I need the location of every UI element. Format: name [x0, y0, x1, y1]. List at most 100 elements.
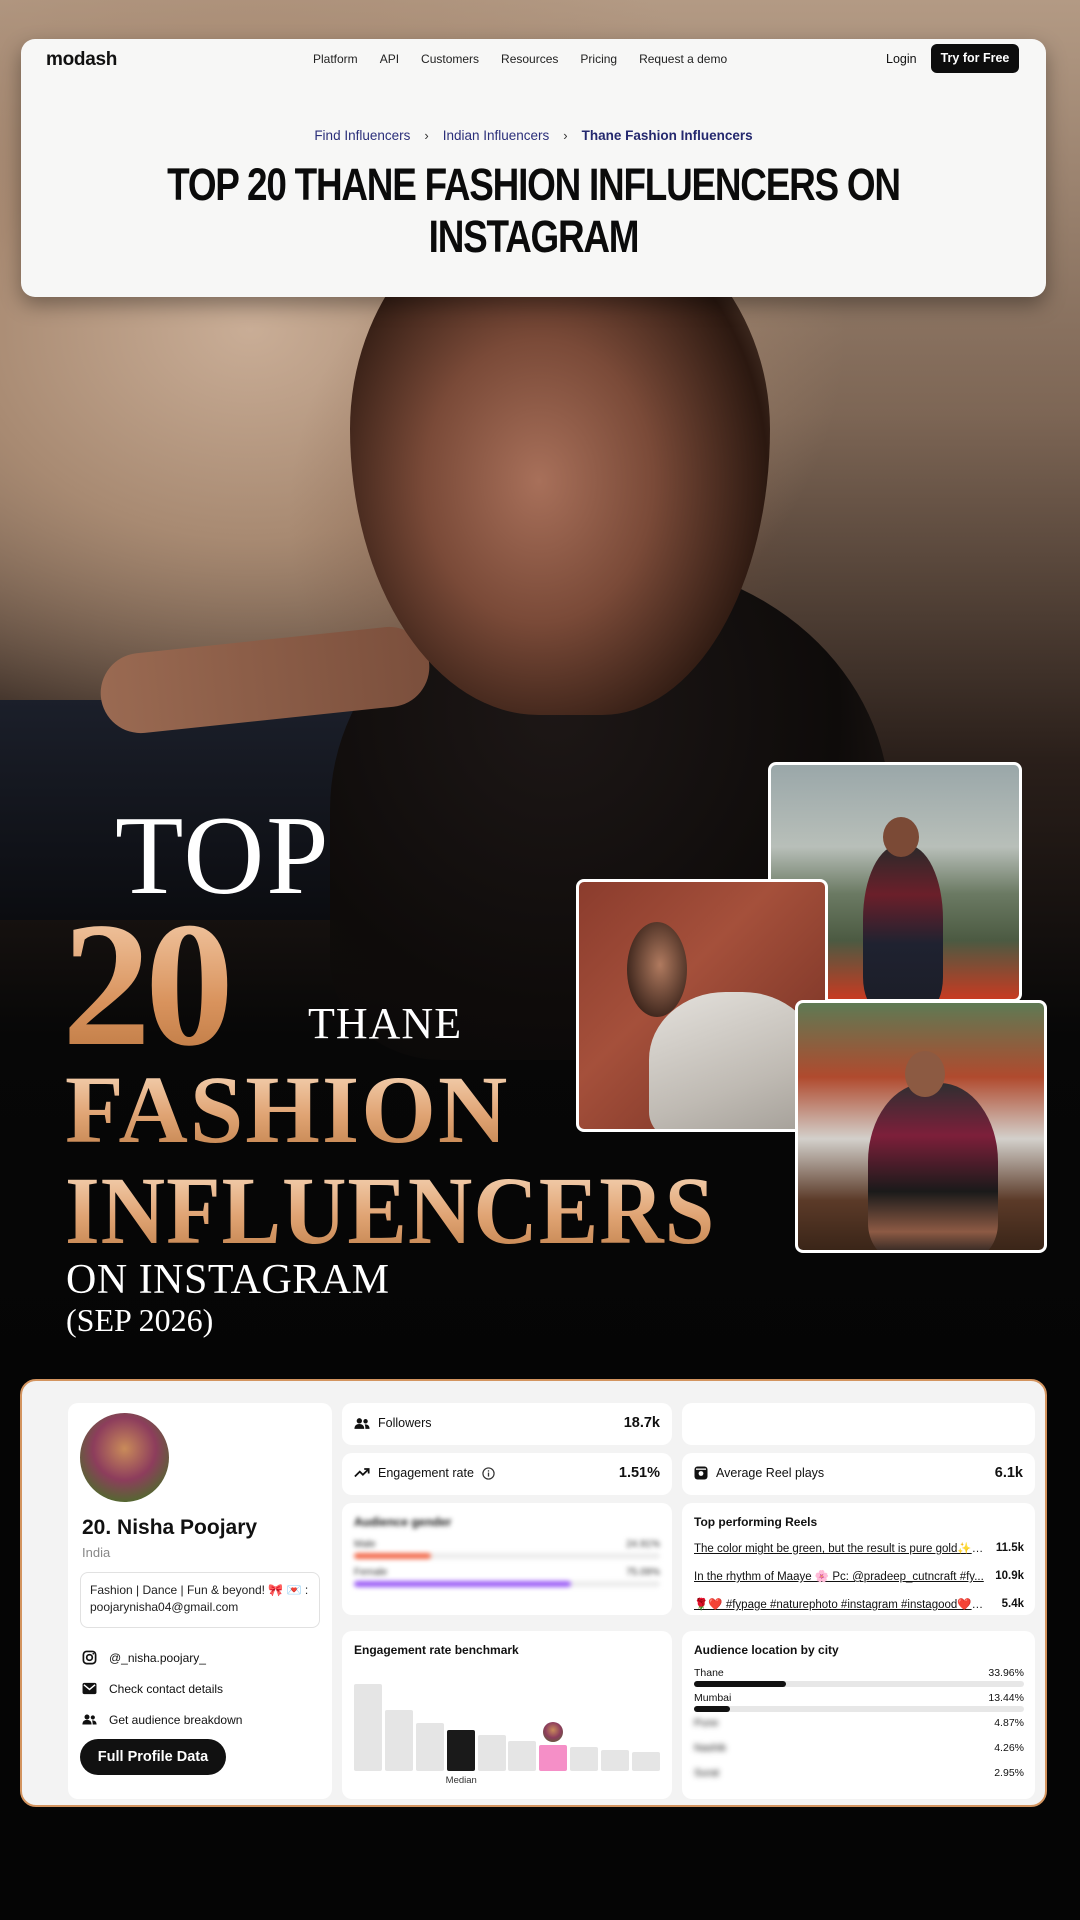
nav-customers[interactable]: Customers [421, 52, 479, 66]
gender-value: 24.91% [626, 1539, 660, 1550]
avatar[interactable] [80, 1413, 169, 1502]
hero-city: THANE [308, 999, 463, 1048]
gender-bar-fill [354, 1553, 431, 1559]
breadcrumb-indian-influencers[interactable]: Indian Influencers [443, 128, 550, 143]
nav-links: Platform API Customers Resources Pricing… [313, 52, 749, 66]
reel-plays-panel: Average Reel plays 6.1k [682, 1453, 1035, 1495]
trend-up-icon [354, 1468, 370, 1478]
influencer-photo-3 [795, 1000, 1047, 1253]
gender-bar [354, 1581, 660, 1587]
gender-label: Male [354, 1539, 376, 1550]
contact-details-link[interactable]: Check contact details [109, 1682, 223, 1696]
benchmark-profile-avatar [543, 1722, 564, 1742]
location-bar [694, 1706, 1024, 1712]
reel-caption[interactable]: In the rhythm of Maaye 🌸 Pc: @pradeep_cu… [694, 1569, 984, 1583]
people-icon [354, 1417, 370, 1429]
benchmark-median-label: Median [445, 1775, 477, 1786]
location-row: Mumbai 13.44% [694, 1692, 1024, 1712]
reel-row[interactable]: In the rhythm of Maaye 🌸 Pc: @pradeep_cu… [694, 1569, 1024, 1583]
top-nav: modash Platform API Customers Resources … [21, 39, 1046, 79]
reel-row[interactable]: The color might be green, but the result… [694, 1541, 1024, 1555]
benchmark-title: Engagement rate benchmark [354, 1643, 519, 1657]
page-title: TOP 20 THANE FASHION INFLUENCERS ON INST… [167, 159, 901, 262]
location-bar-fill [694, 1706, 731, 1712]
info-icon[interactable] [482, 1466, 495, 1480]
location-bar [694, 1681, 1024, 1687]
location-row: Surat 2.95% [694, 1767, 1024, 1779]
location-value: 13.44% [988, 1692, 1024, 1704]
instagram-handle[interactable]: @_nisha.poojary_ [109, 1651, 206, 1665]
gender-label: Female [354, 1567, 388, 1578]
audience-breakdown-link[interactable]: Get audience breakdown [109, 1713, 242, 1727]
try-for-free-button[interactable]: Try for Free [931, 44, 1019, 73]
reel-views: 5.4k [1001, 1598, 1024, 1610]
reel-row[interactable]: 🌹❤️ #fypage #naturephoto #instagram #ins… [694, 1597, 1024, 1611]
reel-views: 11.5k [995, 1542, 1024, 1554]
benchmark-bar [601, 1750, 630, 1771]
followers-stat: Followers 18.7k [342, 1403, 672, 1443]
nav-request-demo[interactable]: Request a demo [639, 52, 727, 66]
bio-line-1: Fashion | Dance | Fun & beyond! 🎀 💌 : [90, 1583, 309, 1597]
hero-fashion-text: FASHION [65, 1056, 510, 1163]
benchmark-bar [508, 1741, 537, 1771]
location-value: 4.87% [994, 1717, 1024, 1729]
hero-platform-text: ON INSTAGRAM [66, 1257, 390, 1303]
photo-person [868, 1083, 998, 1250]
engagement-value: 1.51% [618, 1465, 660, 1481]
gender-row: Male 24.91% [354, 1539, 660, 1559]
benchmark-bar [632, 1752, 660, 1771]
breadcrumb: Find Influencers › Indian Influencers › … [21, 128, 1046, 143]
full-profile-data-button[interactable]: Full Profile Data [80, 1739, 226, 1775]
benchmark-bar [354, 1684, 382, 1771]
reel-caption[interactable]: The color might be green, but the result… [694, 1541, 984, 1555]
photo-face [883, 817, 919, 857]
profile-country: India [82, 1545, 111, 1560]
logo[interactable]: modash [46, 49, 117, 71]
reel-plays-stat: Average Reel plays 6.1k [682, 1453, 1035, 1493]
nav-platform[interactable]: Platform [313, 52, 358, 66]
location-value: 4.26% [994, 1742, 1024, 1754]
reel-caption[interactable]: 🌹❤️ #fypage #naturephoto #instagram #ins… [694, 1597, 984, 1611]
location-value: 33.96% [988, 1667, 1024, 1679]
instagram-icon [82, 1650, 97, 1665]
empty-panel [682, 1403, 1035, 1445]
top-reels-title: Top performing Reels [694, 1515, 818, 1529]
location-value: 2.95% [994, 1767, 1024, 1779]
contact-details-row[interactable]: Check contact details [82, 1681, 223, 1696]
nav-pricing[interactable]: Pricing [580, 52, 617, 66]
benchmark-bar-median [446, 1730, 475, 1771]
photo-face [905, 1051, 945, 1097]
nav-api[interactable]: API [380, 52, 399, 66]
bio-line-2: poojarynisha04@gmail.com [90, 1600, 239, 1614]
benchmark-bar [477, 1735, 506, 1771]
gender-bar [354, 1553, 660, 1559]
benchmark-bar [570, 1747, 599, 1771]
influencer-photo-2 [576, 879, 828, 1132]
instagram-handle-row[interactable]: @_nisha.poojary_ [82, 1650, 206, 1665]
nav-resources[interactable]: Resources [501, 52, 558, 66]
engagement-panel: Engagement rate 1.51% [342, 1453, 672, 1495]
location-bar-fill [694, 1681, 786, 1687]
photo-face [627, 922, 687, 1017]
top-reels-panel: Top performing Reels The color might be … [682, 1503, 1035, 1615]
gender-bar-fill [354, 1581, 572, 1587]
engagement-label: Engagement rate [378, 1466, 474, 1480]
audience-breakdown-row[interactable]: Get audience breakdown [82, 1712, 242, 1727]
photo-person [649, 992, 819, 1129]
login-link[interactable]: Login [886, 52, 917, 66]
followers-label: Followers [378, 1416, 432, 1430]
gender-value: 75.09% [626, 1567, 660, 1578]
location-city: Pune [694, 1717, 719, 1729]
profile-name: 20. Nisha Poojary [82, 1516, 258, 1539]
reel-icon [694, 1466, 708, 1480]
reel-plays-label: Average Reel plays [716, 1466, 825, 1480]
gender-row: Female 75.09% [354, 1567, 660, 1587]
breadcrumb-find-influencers[interactable]: Find Influencers [314, 128, 410, 143]
location-city: Mumbai [694, 1692, 732, 1704]
reel-plays-label-group: Average Reel plays [694, 1466, 824, 1480]
profile-panel: 20. Nisha Poojary India Fashion | Dance … [68, 1403, 332, 1799]
location-row: Nashik 4.26% [694, 1742, 1024, 1754]
location-city: Surat [694, 1767, 720, 1779]
benchmark-bar [384, 1710, 413, 1771]
benchmark-panel: Engagement rate benchmark Median [342, 1631, 672, 1799]
